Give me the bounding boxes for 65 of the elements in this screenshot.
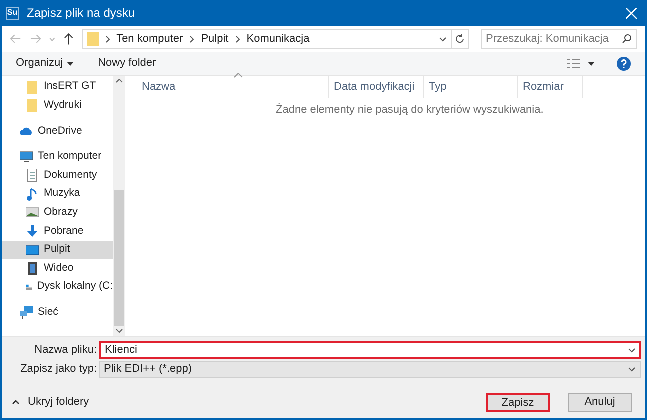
filename-label: Nazwa pliku: (34, 342, 98, 358)
image-icon (26, 206, 39, 220)
chevron-down-icon[interactable] (438, 36, 447, 42)
sidebar-item[interactable]: Dokumenty (2, 166, 113, 185)
app-icon: Su (6, 6, 19, 20)
sidebar-item[interactable]: Muzyka (2, 184, 113, 204)
search-icon (622, 34, 632, 44)
sidebar-item[interactable]: Obrazy (2, 204, 113, 222)
address-bar[interactable]: Ten komputer Pulpit Komunikacja (82, 29, 452, 49)
desktop-icon (26, 244, 39, 257)
column-header[interactable]: Nazwa (126, 76, 329, 98)
breadcrumb-item[interactable]: Komunikacja (246, 30, 310, 48)
document-icon (26, 169, 39, 182)
window-title: Zapisz plik na dysku (27, 5, 136, 22)
breadcrumb-item[interactable]: Pulpit (201, 30, 229, 48)
folder-icon (26, 80, 39, 94)
column-header[interactable]: Rozmiar (518, 76, 583, 98)
sidebar-item[interactable]: InsERT GT (2, 78, 113, 97)
sidebar-item[interactable]: Wideo (2, 259, 113, 278)
chevron-right-icon[interactable] (106, 36, 110, 42)
file-type-dropdown[interactable]: Plik EDI++ (*.epp) (99, 361, 641, 378)
cancel-button[interactable]: Anuluj (568, 393, 632, 412)
file-type-label: Zapisz jako typ: (20, 362, 98, 378)
search-field[interactable]: Przeszukaj: Komunikacja (480, 29, 637, 49)
up-icon[interactable] (64, 33, 74, 45)
sidebar-item[interactable]: OneDrive (2, 122, 113, 141)
breadcrumb-item[interactable]: Ten komputer (116, 30, 184, 48)
folder-icon (86, 32, 99, 46)
hide-folders-button[interactable]: Ukryj foldery (12, 394, 90, 411)
filename-field[interactable]: Klienci (99, 341, 641, 359)
chevron-down-icon (628, 367, 636, 372)
network-icon (20, 306, 33, 320)
video-icon (26, 262, 39, 276)
sidebar-item[interactable]: Pobrane (2, 222, 113, 241)
sidebar-item[interactable]: Pulpit (2, 240, 113, 260)
column-header[interactable]: Data modyfikacji (329, 76, 424, 98)
chevron-up-icon[interactable] (116, 79, 122, 83)
refresh-button[interactable] (452, 29, 469, 49)
scrollbar[interactable] (113, 76, 125, 336)
download-icon (26, 224, 39, 238)
save-button[interactable]: Zapisz (486, 393, 550, 412)
new-folder-button[interactable]: Nowy folder (98, 55, 156, 72)
chevron-down-icon[interactable] (628, 348, 636, 353)
sidebar-item[interactable]: Sieć (2, 304, 113, 322)
caret-icon (67, 62, 74, 66)
chevron-right-icon[interactable] (190, 36, 194, 42)
sidebar-item[interactable]: Ten komputer (2, 148, 113, 166)
chevron-right-icon[interactable] (236, 36, 240, 42)
help-icon[interactable] (617, 56, 631, 70)
sidebar-item[interactable]: Wydruki (2, 96, 113, 116)
close-icon[interactable] (626, 8, 637, 18)
refresh-icon (454, 34, 465, 44)
folder-icon (26, 99, 39, 112)
music-icon (26, 188, 39, 201)
empty-message: Żadne elementy nie pasują do kryteriów wyszukiwania. (276, 102, 545, 118)
scrollbar-thumb[interactable] (114, 190, 124, 326)
organize-menu-button[interactable]: Organizuj (16, 55, 74, 72)
sort-caret-icon (234, 73, 243, 78)
sidebar-item[interactable]: Dysk lokalny (C: (2, 278, 113, 297)
caret-icon[interactable] (588, 62, 595, 66)
view-options-icon[interactable] (567, 58, 580, 68)
chevron-up-icon (12, 400, 20, 405)
column-header[interactable]: Typ (424, 76, 518, 98)
chevron-down-icon[interactable] (116, 329, 122, 333)
computer-icon (20, 150, 33, 164)
